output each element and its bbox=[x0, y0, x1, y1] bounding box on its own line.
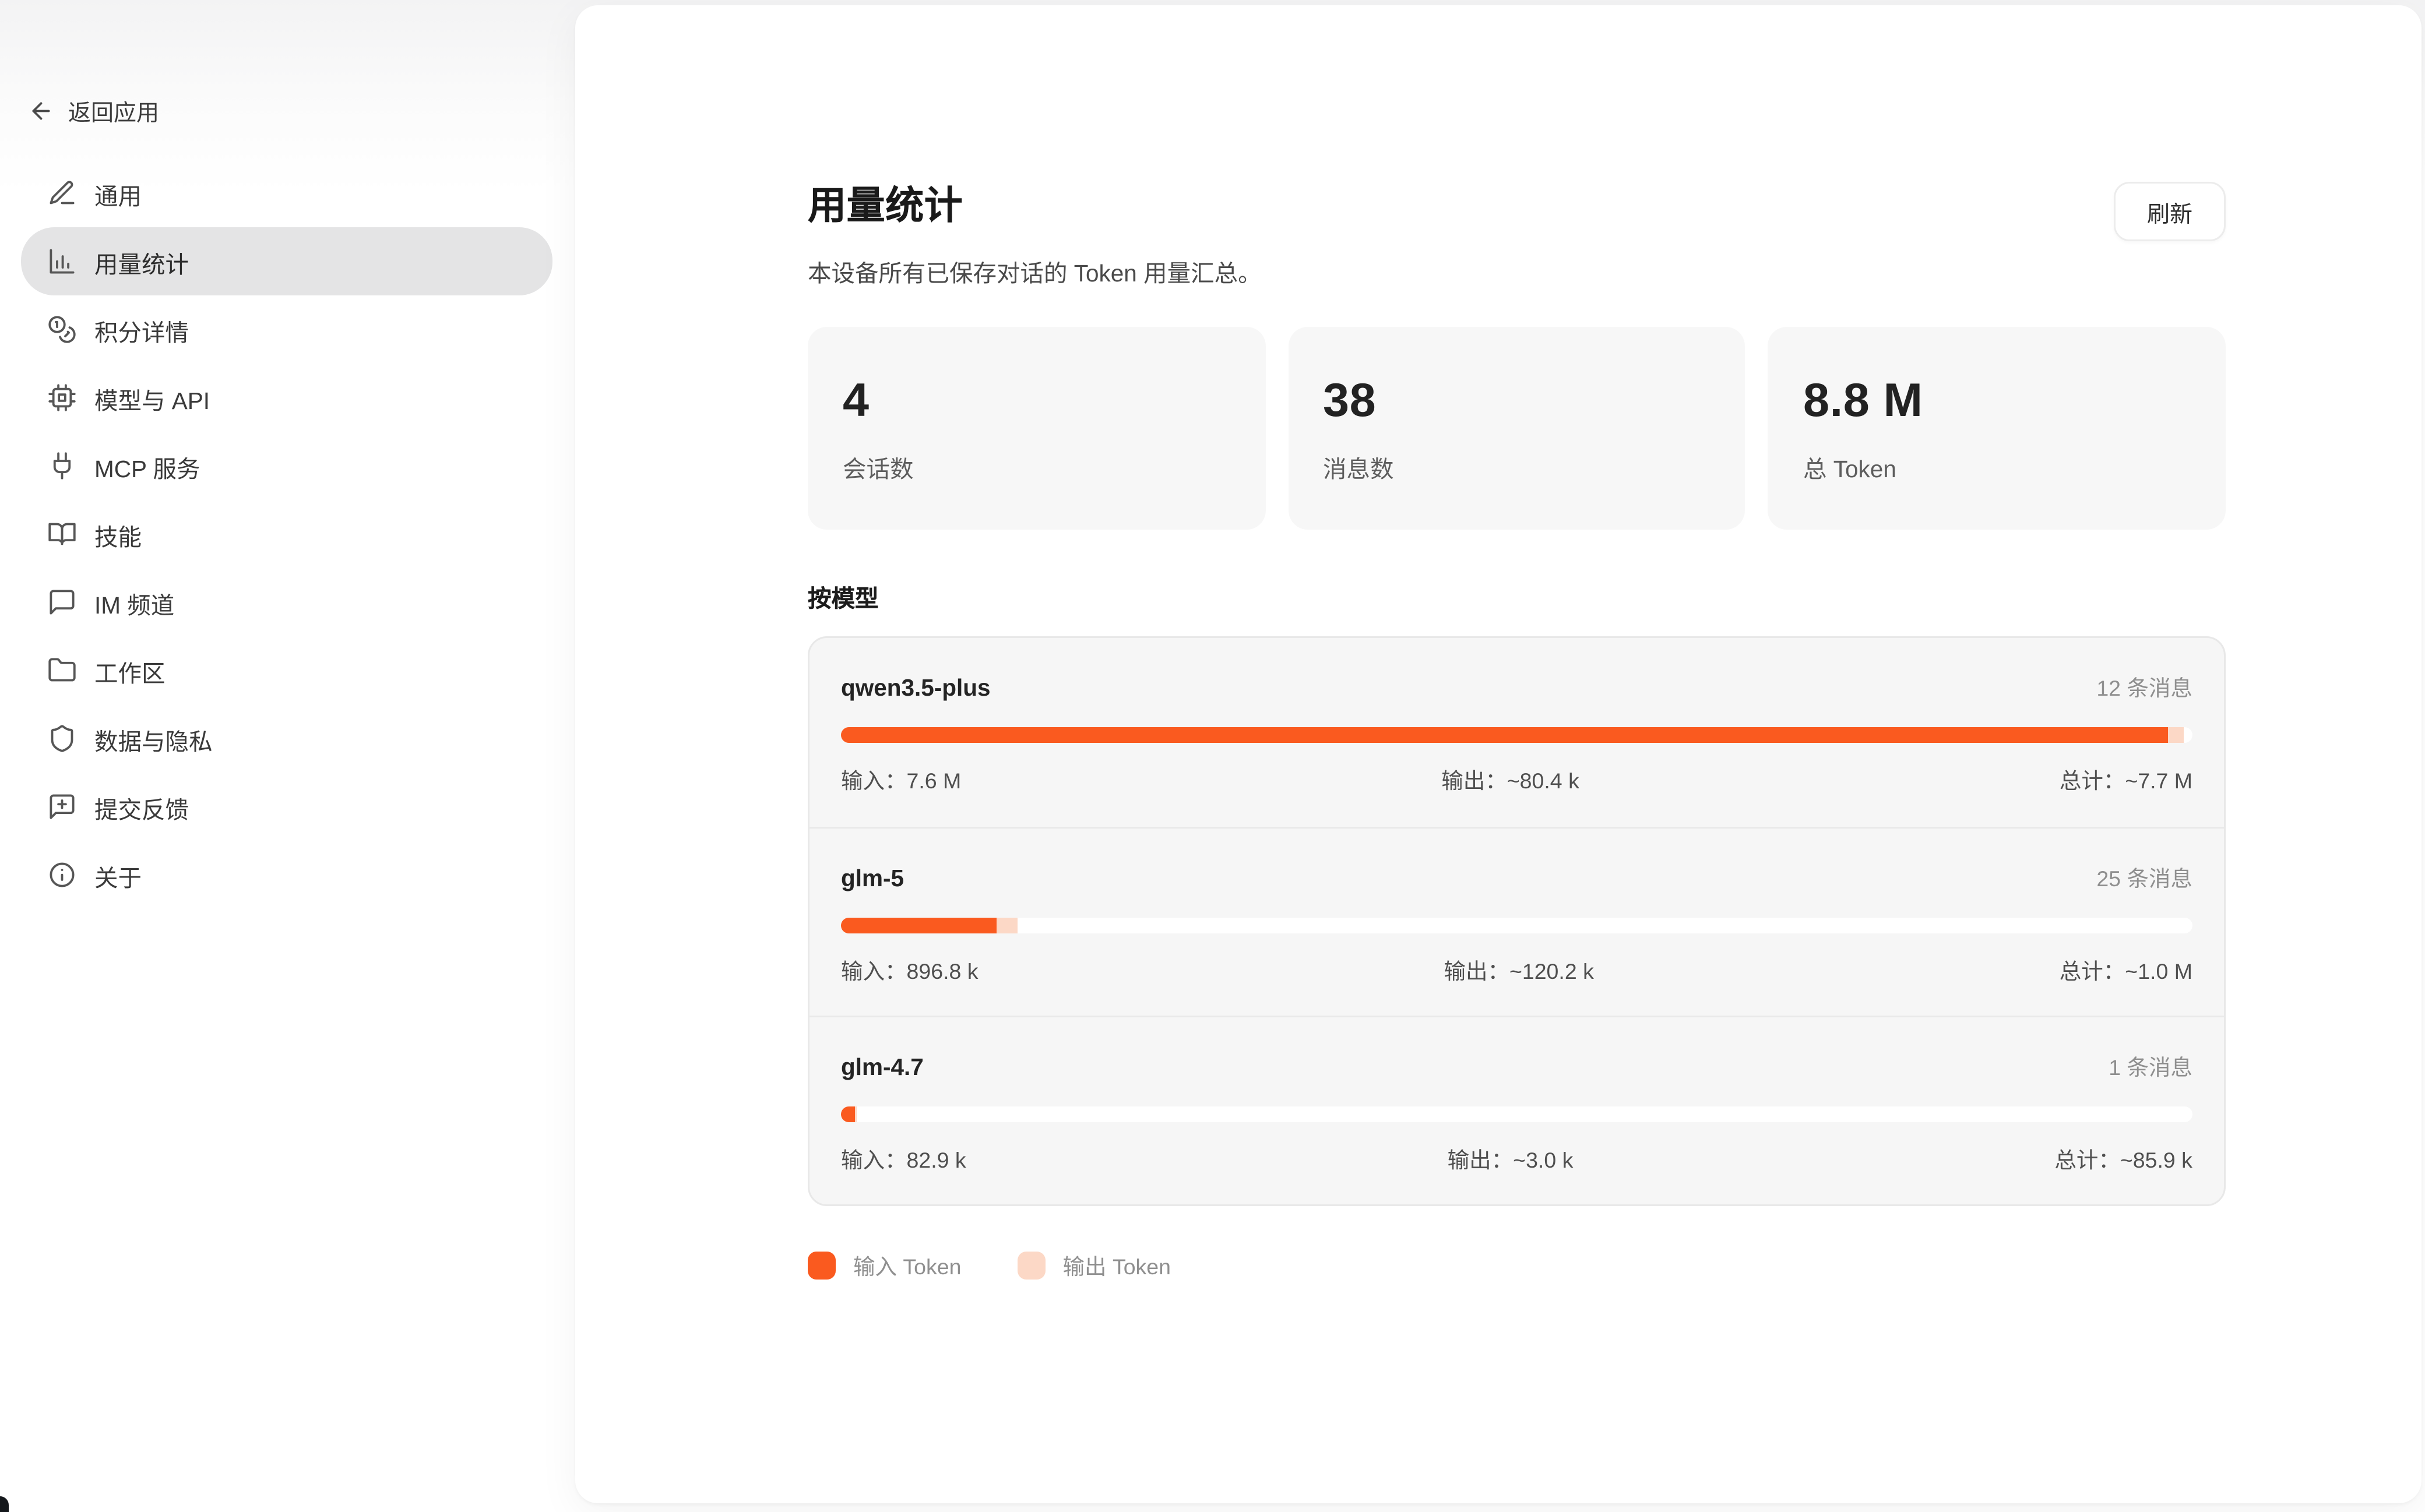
back-label: 返回应用 bbox=[68, 94, 159, 128]
token-usage-bar bbox=[841, 727, 2192, 743]
model-input-tokens: 输入：7.6 M bbox=[841, 762, 961, 795]
sidebar: 返回应用 通用 用量统计 积分详情 bbox=[0, 0, 573, 1512]
sidebar-item-general[interactable]: 通用 bbox=[21, 159, 552, 227]
model-usage-list: qwen3.5-plus 12 条消息 输入：7.6 M 输出：~80.4 k … bbox=[808, 636, 2226, 1206]
sidebar-item-data-privacy[interactable]: 数据与隐私 bbox=[21, 704, 552, 773]
sidebar-item-label: 提交反馈 bbox=[94, 790, 189, 824]
sidebar-item-label: 技能 bbox=[94, 517, 142, 552]
sidebar-item-usage-stats[interactable]: 用量统计 bbox=[21, 227, 552, 295]
stat-value: 38 bbox=[1323, 372, 1710, 428]
token-usage-bar bbox=[841, 918, 2192, 933]
sidebar-item-about[interactable]: 关于 bbox=[21, 841, 552, 909]
shield-icon bbox=[47, 724, 77, 753]
sidebar-item-label: 用量统计 bbox=[94, 244, 189, 279]
sidebar-nav: 通用 用量统计 积分详情 模型与 API bbox=[0, 159, 573, 909]
token-usage-bar bbox=[841, 1106, 2192, 1122]
sidebar-item-label: 数据与隐私 bbox=[94, 721, 213, 756]
page-subtitle: 本设备所有已保存对话的 Token 用量汇总。 bbox=[808, 259, 1262, 290]
sidebar-item-im-channels[interactable]: IM 频道 bbox=[21, 568, 552, 636]
model-message-count: 1 条消息 bbox=[2109, 1049, 2192, 1082]
model-message-count: 25 条消息 bbox=[2096, 860, 2192, 893]
info-icon bbox=[47, 860, 77, 890]
sidebar-item-label: IM 频道 bbox=[94, 585, 174, 620]
stat-label: 消息数 bbox=[1323, 449, 1710, 484]
pencil-icon bbox=[47, 178, 77, 208]
legend-item-input: 输入 Token bbox=[808, 1248, 962, 1281]
folder-icon bbox=[47, 655, 77, 685]
model-total-tokens: 总计：~1.0 M bbox=[2060, 953, 2192, 986]
sidebar-item-credits[interactable]: 积分详情 bbox=[21, 295, 552, 364]
model-name: glm-5 bbox=[841, 865, 904, 891]
sidebar-item-feedback[interactable]: 提交反馈 bbox=[21, 773, 552, 841]
input-token-swatch bbox=[808, 1251, 836, 1279]
sidebar-item-skills[interactable]: 技能 bbox=[21, 500, 552, 568]
settings-window: 返回应用 通用 用量统计 积分详情 bbox=[0, 0, 2425, 1512]
sidebar-item-mcp[interactable]: MCP 服务 bbox=[21, 432, 552, 500]
input-token-segment bbox=[841, 918, 997, 933]
coins-icon bbox=[47, 315, 77, 344]
output-token-segment bbox=[854, 1106, 855, 1122]
sidebar-item-label: 模型与 API bbox=[94, 380, 210, 415]
stat-card-sessions: 4 会话数 bbox=[808, 327, 1265, 530]
output-token-segment bbox=[997, 918, 1018, 933]
input-token-segment bbox=[841, 1106, 854, 1122]
model-row-glm-47: glm-4.7 1 条消息 输入：82.9 k 输出：~3.0 k 总计：~85… bbox=[809, 1016, 2224, 1204]
model-name: glm-4.7 bbox=[841, 1054, 924, 1080]
arrow-left-icon bbox=[28, 98, 54, 124]
model-input-tokens: 输入：896.8 k bbox=[841, 953, 979, 986]
model-input-tokens: 输入：82.9 k bbox=[841, 1141, 966, 1175]
bar-chart-icon bbox=[47, 246, 77, 276]
cpu-icon bbox=[47, 383, 77, 413]
sidebar-item-label: MCP 服务 bbox=[94, 449, 200, 484]
legend-label: 输入 Token bbox=[853, 1248, 962, 1281]
refresh-button[interactable]: 刷新 bbox=[2114, 182, 2226, 241]
page-title: 用量统计 bbox=[808, 180, 1262, 231]
sidebar-item-label: 工作区 bbox=[94, 653, 166, 688]
sidebar-item-label: 通用 bbox=[94, 176, 142, 211]
output-token-swatch bbox=[1018, 1251, 1046, 1279]
main-panel: 用量统计 本设备所有已保存对话的 Token 用量汇总。 刷新 4 会话数 38… bbox=[575, 5, 2422, 1503]
stat-card-total-tokens: 8.8 M 总 Token bbox=[1768, 327, 2226, 530]
sidebar-item-label: 积分详情 bbox=[94, 312, 189, 347]
model-message-count: 12 条消息 bbox=[2096, 669, 2192, 703]
model-output-tokens: 输出：~3.0 k bbox=[1448, 1141, 1574, 1175]
stat-label: 总 Token bbox=[1803, 449, 2191, 484]
model-output-tokens: 输出：~80.4 k bbox=[1441, 762, 1579, 795]
summary-stats: 4 会话数 38 消息数 8.8 M 总 Token bbox=[808, 327, 2226, 530]
message-plus-icon bbox=[47, 792, 77, 822]
stat-card-messages: 38 消息数 bbox=[1288, 327, 1745, 530]
book-open-icon bbox=[47, 519, 77, 549]
legend-item-output: 输出 Token bbox=[1018, 1248, 1171, 1281]
model-output-tokens: 输出：~120.2 k bbox=[1444, 953, 1593, 986]
sidebar-item-workspace[interactable]: 工作区 bbox=[21, 636, 552, 704]
by-model-section-title: 按模型 bbox=[808, 579, 2226, 614]
sidebar-item-label: 关于 bbox=[94, 858, 142, 893]
message-square-icon bbox=[47, 587, 77, 617]
model-name: qwen3.5-plus bbox=[841, 675, 991, 701]
page-header: 用量统计 本设备所有已保存对话的 Token 用量汇总。 刷新 bbox=[808, 180, 2226, 290]
stat-value: 4 bbox=[843, 372, 1230, 428]
stat-value: 8.8 M bbox=[1803, 372, 2191, 428]
sidebar-item-models-api[interactable]: 模型与 API bbox=[21, 364, 552, 432]
model-total-tokens: 总计：~7.7 M bbox=[2060, 762, 2192, 795]
plug-icon bbox=[47, 451, 77, 481]
legend-label: 输出 Token bbox=[1063, 1248, 1171, 1281]
input-token-segment bbox=[841, 727, 2168, 743]
stat-label: 会话数 bbox=[843, 449, 1230, 484]
model-row-qwen35-plus: qwen3.5-plus 12 条消息 输入：7.6 M 输出：~80.4 k … bbox=[809, 638, 2224, 827]
output-token-segment bbox=[2168, 727, 2184, 743]
token-legend: 输入 Token 输出 Token bbox=[808, 1248, 2226, 1281]
model-total-tokens: 总计：~85.9 k bbox=[2054, 1141, 2192, 1175]
back-to-app-button[interactable]: 返回应用 bbox=[28, 94, 545, 128]
model-row-glm-5: glm-5 25 条消息 输入：896.8 k 输出：~120.2 k 总计：~… bbox=[809, 827, 2224, 1016]
